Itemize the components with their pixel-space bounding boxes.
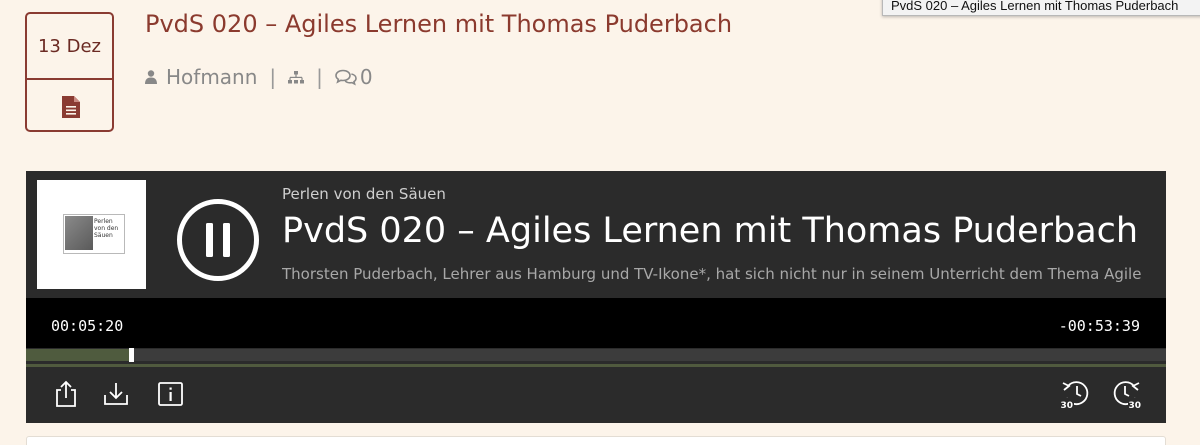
- post-date-box: 13 Dez: [25, 12, 114, 132]
- forward-seconds: 30: [1129, 401, 1142, 409]
- forward-30-icon[interactable]: 30: [1110, 379, 1142, 409]
- episode-title: PvdS 020 – Agiles Lernen mit Thomas Pude…: [282, 211, 1139, 251]
- meta-separator: |: [269, 65, 277, 89]
- post-date: 13 Dez: [27, 14, 112, 80]
- time-display: 00:05:20 -00:53:39: [26, 298, 1166, 348]
- document-icon: [62, 96, 80, 118]
- post-meta: Hofmann | | 0: [145, 64, 373, 90]
- comments-icon[interactable]: [335, 69, 357, 86]
- meta-separator-2: |: [316, 65, 323, 89]
- episode-description: Thorsten Puderbach, Lehrer aus Hamburg u…: [282, 265, 1142, 283]
- chapter-line: [26, 364, 1166, 367]
- user-icon: [145, 70, 157, 84]
- show-name: Perlen von den Säuen: [282, 185, 446, 203]
- podcast-player: Perlen von den Säuen Perlen von den Säue…: [26, 171, 1166, 423]
- share-icon[interactable]: [52, 379, 80, 409]
- current-time: 00:05:20: [51, 317, 124, 335]
- cover-image: [65, 216, 93, 250]
- rewind-seconds: 30: [1061, 401, 1074, 409]
- info-icon[interactable]: [157, 379, 185, 409]
- progress-thumb[interactable]: [129, 348, 134, 362]
- sitemap-icon[interactable]: [288, 70, 305, 84]
- title-tooltip: PvdS 020 – Agiles Lernen mit Thomas Pude…: [882, 0, 1200, 16]
- rewind-30-icon[interactable]: 30: [1060, 379, 1092, 409]
- progress-fill: [26, 349, 131, 361]
- download-icon[interactable]: [102, 379, 130, 409]
- comments-count[interactable]: 0: [360, 65, 373, 89]
- episode-cover: Perlen von den Säuen: [37, 180, 146, 289]
- author-link[interactable]: Hofmann: [166, 65, 257, 89]
- remaining-time: -00:53:39: [1058, 317, 1140, 335]
- cover-text: Perlen von den Säuen: [94, 218, 119, 239]
- next-card: [26, 436, 1166, 445]
- post-title-link[interactable]: PvdS 020 – Agiles Lernen mit Thomas Pude…: [145, 10, 732, 38]
- pause-button[interactable]: [177, 199, 259, 281]
- progress-bar[interactable]: [26, 348, 1166, 362]
- progress-area: [26, 348, 1166, 373]
